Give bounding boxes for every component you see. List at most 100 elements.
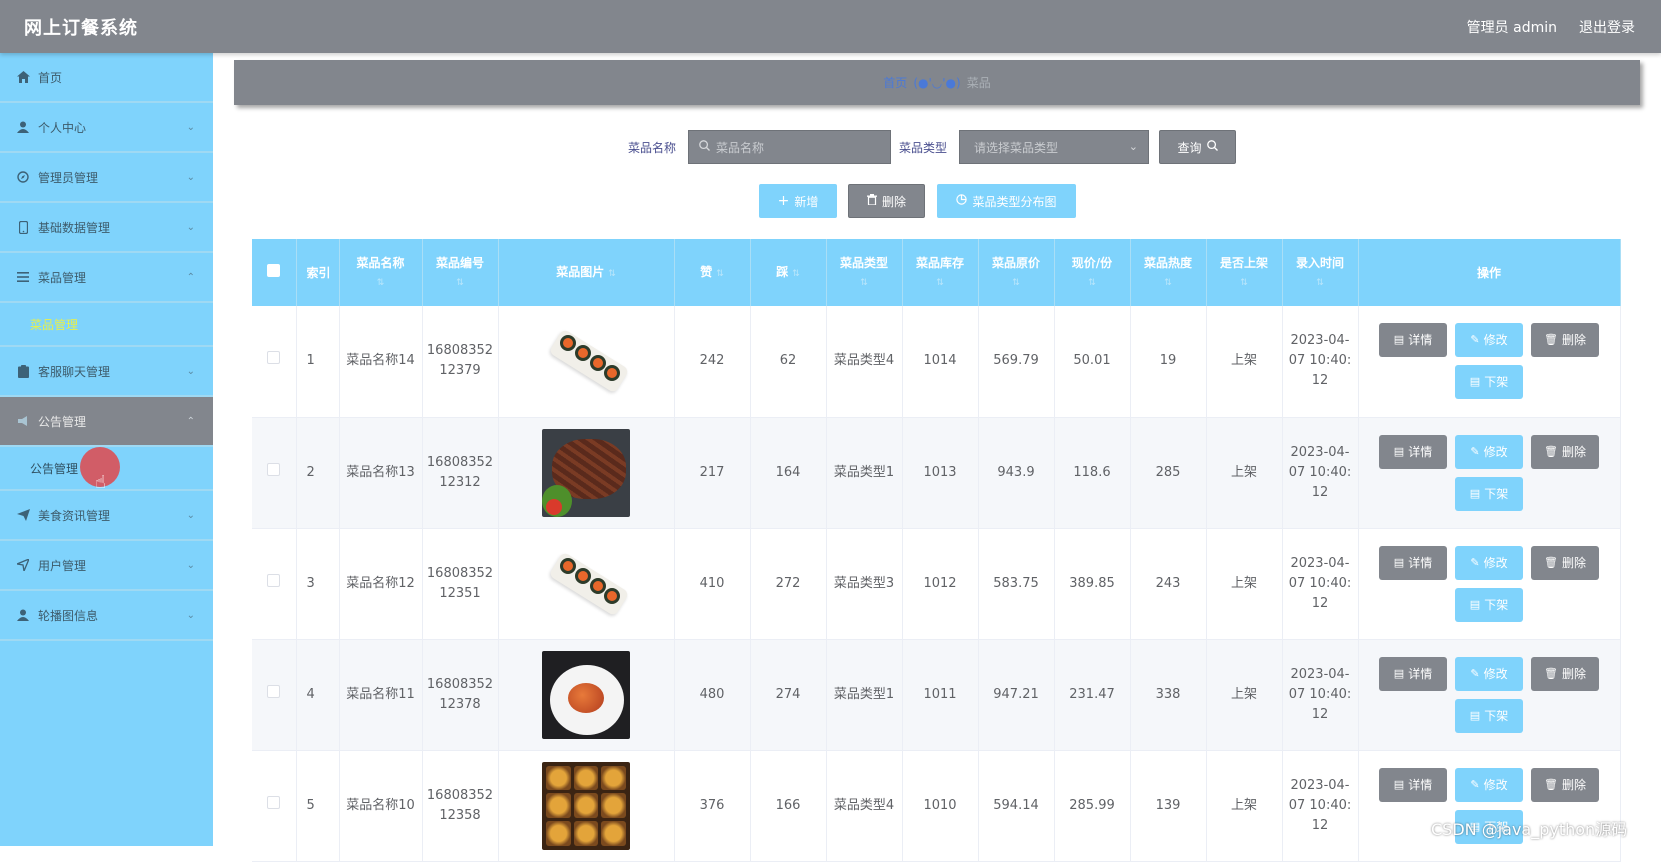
column-header-sortable[interactable]: 现价/份 ⇅ — [1054, 239, 1131, 306]
row-checkbox[interactable] — [267, 573, 281, 587]
delete-button[interactable]: 🗑 删除 — [1531, 323, 1599, 358]
edit-button[interactable]: ✎ 修改 — [1455, 434, 1523, 469]
sort-icon[interactable]: ⇅ — [1131, 275, 1206, 291]
dish-image-sushi[interactable] — [542, 317, 630, 406]
sidebar-item-notice-management[interactable]: 公告管理 ⌃ — [0, 397, 213, 447]
dish-name-placeholder: 菜品名称 — [716, 140, 765, 155]
dish-image-bento[interactable] — [542, 761, 630, 850]
off-shelf-button[interactable]: ▤ 下架 — [1455, 365, 1523, 400]
detail-button[interactable]: ▤ 详情 — [1379, 323, 1447, 358]
edit-button[interactable]: ✎ 修改 — [1455, 545, 1523, 580]
detail-button[interactable]: ▤ 详情 — [1379, 767, 1447, 802]
dish-type-select[interactable]: 请选择菜品类型 ⌄ — [959, 130, 1149, 164]
detail-button[interactable]: ▤ 详情 — [1379, 434, 1447, 469]
detail-button-label: 详情 — [1408, 777, 1433, 792]
user-icon — [16, 120, 30, 134]
column-header-sortable[interactable]: 赞 ⇅ — [674, 239, 751, 306]
dish-image-steak[interactable] — [542, 428, 630, 517]
chevron-down-icon: ⌄ — [186, 366, 195, 377]
sort-icon[interactable]: ⇅ — [423, 275, 498, 291]
query-button[interactable]: 查询 — [1159, 130, 1236, 164]
select-all-checkbox[interactable] — [267, 264, 281, 277]
off-shelf-button[interactable]: ▤ 下架 — [1455, 476, 1523, 511]
sidebar-item-admin-management[interactable]: 管理员管理 ⌄ — [0, 153, 213, 203]
sort-icon[interactable]: ⇅ — [340, 275, 422, 291]
row-checkbox[interactable] — [267, 684, 281, 698]
entry-time-line: 2023-04- — [1290, 777, 1350, 793]
edit-button[interactable]: ✎ 修改 — [1455, 323, 1523, 358]
cell-operations: ▤ 详情 ✎ 修改 🗑 删除 ▤ 下架 — [1358, 417, 1621, 529]
delete-button[interactable]: 🗑 删除 — [1531, 545, 1599, 580]
cell-dish-type: 菜品类型3 — [826, 528, 903, 640]
column-header-sortable[interactable]: 菜品原价 ⇅ — [978, 239, 1055, 306]
cell-likes: 410 — [674, 528, 751, 640]
delete-button[interactable]: 🗑 删除 — [1531, 767, 1599, 802]
batch-delete-button[interactable]: 删除 — [848, 184, 925, 218]
dish-name-input[interactable]: 菜品名称 — [688, 130, 891, 164]
sort-icon[interactable]: ⇅ — [792, 269, 800, 279]
add-button[interactable]: + 新增 — [759, 184, 837, 218]
sidebar-item-carousel-info[interactable]: 轮播图信息 ⌄ — [0, 591, 213, 641]
sidebar-item-food-news[interactable]: 美食资讯管理 ⌄ — [0, 491, 213, 541]
sort-icon[interactable]: ⇅ — [827, 275, 902, 291]
column-header-sortable[interactable]: 菜品热度 ⇅ — [1130, 239, 1207, 306]
search-icon — [1206, 140, 1218, 154]
column-header: 踩 — [776, 264, 789, 279]
sort-icon[interactable]: ⇅ — [903, 275, 978, 291]
sort-icon[interactable]: ⇅ — [716, 269, 724, 279]
column-header-sortable[interactable]: 菜品名称 ⇅ — [339, 239, 423, 306]
sidebar-item-chat-management[interactable]: 客服聊天管理 ⌄ — [0, 347, 213, 397]
row-checkbox-cell[interactable] — [252, 528, 297, 640]
plus-icon: + — [777, 193, 790, 209]
column-header: 操作 — [1358, 239, 1621, 306]
column-header: 索引 — [296, 239, 340, 306]
sidebar-item-dish-management[interactable]: 菜品管理 ⌃ — [0, 253, 213, 303]
column-header-sortable[interactable]: 菜品图片 ⇅ — [498, 239, 675, 306]
sort-icon[interactable]: ⇅ — [1055, 275, 1130, 291]
table-row: 4 菜品名称11 16808352 12378 480 274 菜品类型1 101… — [252, 639, 1621, 751]
add-button-label: 新增 — [794, 194, 819, 209]
sort-icon[interactable]: ⇅ — [979, 275, 1054, 291]
sort-icon[interactable]: ⇅ — [1207, 275, 1282, 291]
column-header-sortable[interactable]: 踩 ⇅ — [750, 239, 827, 306]
admin-user-label[interactable]: 管理员 admin — [1467, 17, 1557, 37]
sidebar-item-user-management[interactable]: 用户管理 ⌄ — [0, 541, 213, 591]
sidebar-subitem-dish-management[interactable]: 菜品管理 — [0, 303, 213, 347]
sort-icon[interactable]: ⇅ — [1283, 275, 1358, 291]
off-shelf-button[interactable]: ▤ 下架 — [1455, 698, 1523, 733]
dish-code-line: 12379 — [439, 363, 481, 379]
sidebar-item-basic-data[interactable]: 基础数据管理 ⌄ — [0, 203, 213, 253]
detail-button[interactable]: ▤ 详情 — [1379, 656, 1447, 691]
cell-dish-code: 16808352 12358 — [422, 750, 499, 862]
row-checkbox-cell[interactable] — [252, 639, 297, 751]
edit-button[interactable]: ✎ 修改 — [1455, 767, 1523, 802]
row-checkbox-cell[interactable] — [252, 306, 297, 418]
detail-button-label: 详情 — [1408, 555, 1433, 570]
sidebar-item-personal-center[interactable]: 个人中心 ⌄ — [0, 103, 213, 153]
delete-button[interactable]: 🗑 删除 — [1531, 434, 1599, 469]
type-chart-button[interactable]: 菜品类型分布图 — [937, 184, 1076, 218]
dish-image-sushi[interactable] — [542, 539, 630, 628]
chevron-down-icon: ⌄ — [186, 610, 195, 621]
detail-button[interactable]: ▤ 详情 — [1379, 545, 1447, 580]
sidebar-item-home[interactable]: 首页 — [0, 53, 213, 103]
column-header-sortable[interactable]: 录入时间 ⇅ — [1282, 239, 1359, 306]
column-header-sortable[interactable]: 菜品编号 ⇅ — [422, 239, 499, 306]
row-checkbox[interactable] — [267, 351, 281, 365]
off-shelf-button[interactable]: ▤ 下架 — [1455, 587, 1523, 622]
column-header-sortable[interactable]: 是否上架 ⇅ — [1206, 239, 1283, 306]
row-checkbox-cell[interactable] — [252, 750, 297, 862]
row-checkbox[interactable] — [267, 795, 281, 809]
delete-button[interactable]: 🗑 删除 — [1531, 656, 1599, 691]
edit-button[interactable]: ✎ 修改 — [1455, 656, 1523, 691]
row-checkbox[interactable] — [267, 462, 281, 476]
sort-icon[interactable]: ⇅ — [608, 269, 616, 279]
logout-link[interactable]: 退出登录 — [1579, 17, 1635, 37]
row-checkbox-cell[interactable] — [252, 417, 297, 529]
cell-operations: ▤ 详情 ✎ 修改 🗑 删除 ▤ 下架 — [1358, 528, 1621, 640]
dish-image-plated[interactable] — [542, 650, 630, 739]
column-header-sortable[interactable]: 菜品库存 ⇅ — [902, 239, 979, 306]
select-all-cell[interactable] — [252, 239, 297, 306]
column-header-sortable[interactable]: 菜品类型 ⇅ — [826, 239, 903, 306]
breadcrumb-home-link[interactable]: 首页 — [883, 74, 907, 91]
